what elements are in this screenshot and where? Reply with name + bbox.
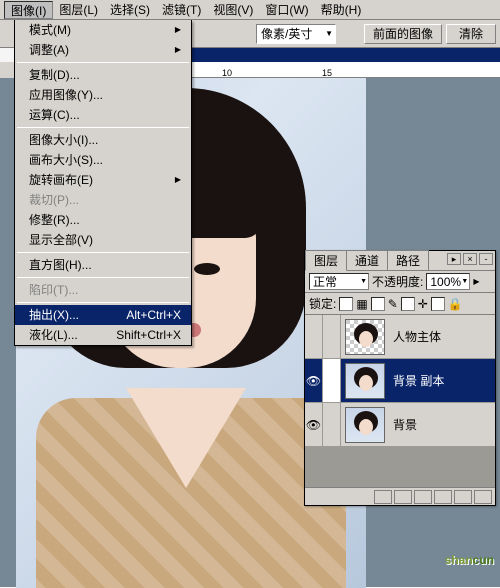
ruler-tick: 15: [322, 68, 332, 78]
layer-name[interactable]: 背景: [389, 403, 495, 446]
layers-empty-area: [305, 447, 495, 487]
lock-label: 锁定:: [309, 295, 336, 312]
delete-layer-icon[interactable]: [474, 490, 492, 504]
link-toggle[interactable]: [323, 359, 341, 402]
link-toggle[interactable]: [323, 403, 341, 446]
layer-name[interactable]: 人物主体: [389, 315, 495, 358]
clear-button[interactable]: 清除: [446, 24, 496, 44]
tab-layers[interactable]: 图层: [305, 250, 347, 271]
menu-item-canvas-size[interactable]: 画布大小(S)...: [15, 150, 191, 170]
menu-view[interactable]: 视图(V): [207, 1, 259, 19]
image-menu-dropdown: 模式(M) 调整(A) 复制(D)... 应用图像(Y)... 运算(C)...…: [14, 20, 192, 346]
menu-separator: [17, 62, 189, 63]
lock-image-checkbox[interactable]: [371, 297, 385, 311]
position-icon: ✛: [418, 297, 428, 311]
layer-row[interactable]: 👁 背景 副本: [305, 359, 495, 403]
front-image-button[interactable]: 前面的图像: [364, 24, 442, 44]
visibility-toggle[interactable]: 👁: [305, 403, 323, 446]
panel-tabs: 图层 通道 路径 - × ▸: [305, 251, 495, 271]
menu-select[interactable]: 选择(S): [104, 1, 156, 19]
menu-item-trap: 陷印(T)...: [15, 280, 191, 300]
menu-item-rotate-canvas[interactable]: 旋转画布(E): [15, 170, 191, 190]
shortcut-text: Alt+Ctrl+X: [126, 305, 181, 325]
layer-row[interactable]: 👁 背景: [305, 403, 495, 447]
menu-layer[interactable]: 图层(L): [53, 1, 104, 19]
menu-item-mode[interactable]: 模式(M): [15, 20, 191, 40]
menu-window[interactable]: 窗口(W): [259, 1, 314, 19]
menu-bar: 图像(I) 图层(L) 选择(S) 滤镜(T) 视图(V) 窗口(W) 帮助(H…: [0, 0, 500, 20]
brush-icon: ▦: [356, 297, 367, 311]
minimize-icon[interactable]: -: [479, 253, 493, 265]
menu-separator: [17, 127, 189, 128]
opacity-input[interactable]: 100%: [426, 273, 470, 290]
unit-select[interactable]: 像素/英寸: [256, 24, 336, 44]
ruler-tick: 10: [222, 68, 232, 78]
layers-footer: [305, 487, 495, 505]
adjustment-layer-icon[interactable]: [434, 490, 452, 504]
layer-options-row: 正常 不透明度: 100% ▶: [305, 271, 495, 293]
menu-item-liquify[interactable]: 液化(L)...Shift+Ctrl+X: [15, 325, 191, 345]
opacity-arrow-icon[interactable]: ▶: [473, 277, 479, 286]
layer-name[interactable]: 背景 副本: [389, 359, 495, 402]
menu-item-adjust[interactable]: 调整(A): [15, 40, 191, 60]
menu-separator: [17, 252, 189, 253]
menu-item-reveal-all[interactable]: 显示全部(V): [15, 230, 191, 250]
blend-mode-select[interactable]: 正常: [309, 273, 369, 290]
lock-row: 锁定: ▦ ✎ ✛ 🔒: [305, 293, 495, 315]
layer-thumbnail[interactable]: [345, 319, 385, 355]
tab-paths[interactable]: 路径: [387, 250, 429, 270]
tab-channels[interactable]: 通道: [346, 250, 388, 270]
layer-row[interactable]: 人物主体: [305, 315, 495, 359]
new-layer-icon[interactable]: [454, 490, 472, 504]
menu-item-extract[interactable]: 抽出(X)...Alt+Ctrl+X: [15, 305, 191, 325]
visibility-toggle[interactable]: [305, 315, 323, 358]
menu-item-apply-image[interactable]: 应用图像(Y)...: [15, 85, 191, 105]
layer-thumbnail[interactable]: [345, 407, 385, 443]
visibility-toggle[interactable]: 👁: [305, 359, 323, 402]
menu-item-crop: 裁切(P)...: [15, 190, 191, 210]
menu-separator: [17, 302, 189, 303]
menu-image[interactable]: 图像(I): [4, 1, 53, 19]
panel-menu-icon[interactable]: ▸: [447, 253, 461, 265]
menu-item-image-size[interactable]: 图像大小(I)...: [15, 130, 191, 150]
layer-style-icon[interactable]: [374, 490, 392, 504]
layer-mask-icon[interactable]: [394, 490, 412, 504]
new-set-icon[interactable]: [414, 490, 432, 504]
close-icon[interactable]: ×: [463, 253, 477, 265]
menu-item-calculations[interactable]: 运算(C)...: [15, 105, 191, 125]
menu-item-trim[interactable]: 修整(R)...: [15, 210, 191, 230]
watermark-logo: shancun: [445, 548, 494, 569]
layer-thumbnail[interactable]: [345, 363, 385, 399]
menu-help[interactable]: 帮助(H): [315, 1, 368, 19]
lock-all-checkbox[interactable]: [431, 297, 445, 311]
menu-item-histogram[interactable]: 直方图(H)...: [15, 255, 191, 275]
link-toggle[interactable]: [323, 315, 341, 358]
move-icon: ✎: [388, 297, 398, 311]
opacity-label: 不透明度:: [372, 273, 423, 290]
eye-icon: 👁: [306, 418, 321, 432]
shortcut-text: Shift+Ctrl+X: [116, 325, 181, 345]
lock-icon: 🔒: [448, 297, 463, 311]
menu-filter[interactable]: 滤镜(T): [156, 1, 207, 19]
lock-transparency-checkbox[interactable]: [339, 297, 353, 311]
menu-item-duplicate[interactable]: 复制(D)...: [15, 65, 191, 85]
lock-position-checkbox[interactable]: [401, 297, 415, 311]
menu-separator: [17, 277, 189, 278]
eye-icon: 👁: [306, 374, 321, 388]
layers-panel: 图层 通道 路径 - × ▸ 正常 不透明度: 100% ▶ 锁定: ▦ ✎ ✛…: [304, 250, 496, 506]
